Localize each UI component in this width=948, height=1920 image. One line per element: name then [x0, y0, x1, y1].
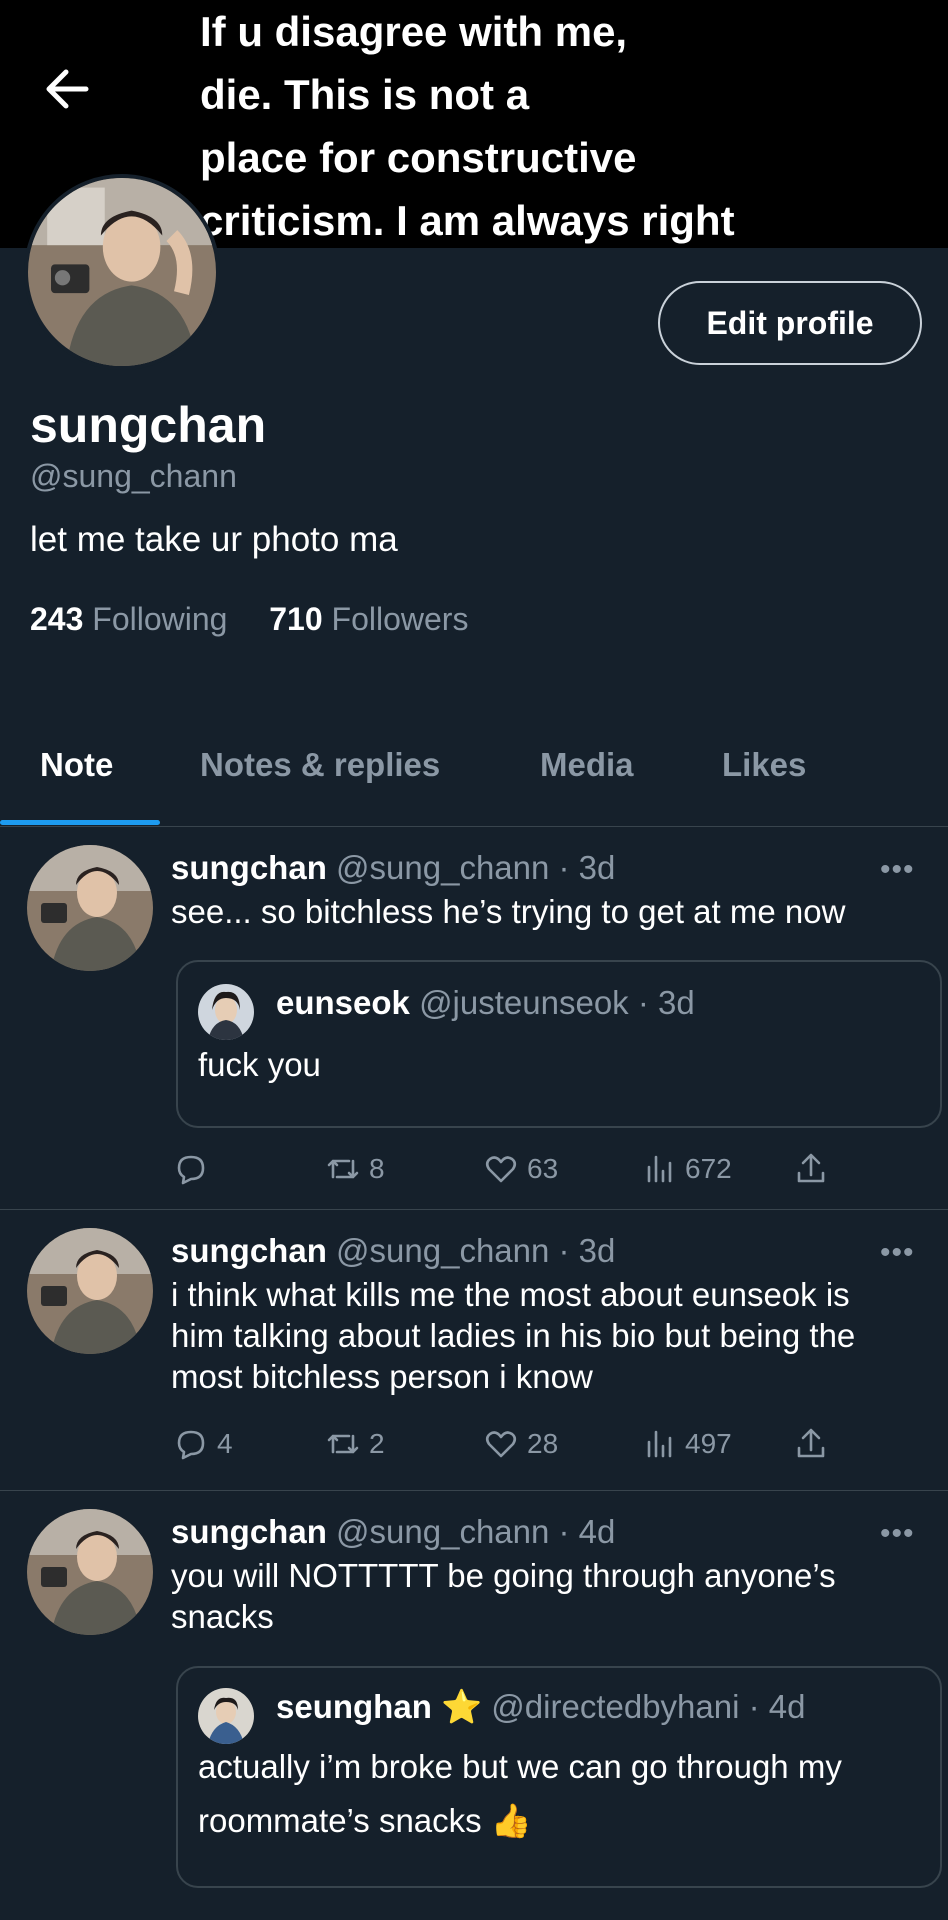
active-tab-indicator: [0, 820, 160, 825]
share-button[interactable]: [791, 1424, 831, 1464]
heart-icon: [485, 1431, 517, 1458]
profile-name: sungchan: [30, 397, 267, 453]
quoted-author-name: eunseok: [276, 984, 410, 1021]
quoted-header: eunseok @justeunseok · 3d: [276, 984, 695, 1022]
tweet-actions: 8 63 672: [171, 1149, 871, 1197]
back-button[interactable]: [40, 62, 94, 116]
share-icon: [797, 1153, 825, 1183]
tweet-text: i think what kills me the most about eun…: [171, 1276, 856, 1395]
reply-icon: [177, 1155, 205, 1185]
profile-handle: @sung_chann: [30, 458, 237, 494]
profile-tabs: Note Notes & replies Media Likes: [0, 730, 948, 827]
tweet-author-meta: @sung_chann · 3d: [336, 849, 616, 886]
tab-note[interactable]: Note: [40, 746, 113, 784]
bar-chart-icon: [647, 1155, 672, 1183]
retweet-button[interactable]: 2: [323, 1424, 385, 1464]
tweet-author-name[interactable]: sungchan: [171, 1232, 327, 1269]
tweet-author-name[interactable]: sungchan: [171, 849, 327, 886]
quoted-tweet[interactable]: seunghan ⭐ @directedbyhani · 4d actually…: [176, 1666, 942, 1888]
star-badge-icon: ⭐: [441, 1688, 483, 1725]
bar-chart-icon: [647, 1430, 672, 1458]
tab-notes-replies[interactable]: Notes & replies: [200, 746, 440, 784]
tweet-avatar[interactable]: [27, 1228, 153, 1354]
heart-icon: [485, 1156, 517, 1183]
banner-text: If u disagree with me, die. This is not …: [200, 8, 735, 244]
following-count: 243: [30, 601, 84, 637]
share-button[interactable]: [791, 1149, 831, 1189]
like-button[interactable]: 28: [481, 1424, 558, 1464]
arrow-left-icon: [46, 69, 89, 109]
tweet-avatar[interactable]: [27, 845, 153, 971]
like-button[interactable]: 63: [481, 1149, 558, 1189]
reply-count: 4: [217, 1428, 233, 1459]
tweet-author-meta: @sung_chann · 3d: [336, 1232, 616, 1269]
quoted-author-meta: @directedbyhani · 4d: [491, 1688, 806, 1725]
tweet[interactable]: sungchan @sung_chann · 3d ••• see... so …: [0, 827, 948, 1210]
tweet-author-name[interactable]: sungchan: [171, 1513, 327, 1550]
reply-icon: [177, 1430, 205, 1460]
like-count: 63: [527, 1153, 559, 1184]
views-button[interactable]: 672: [639, 1149, 732, 1189]
views-button[interactable]: 497: [639, 1424, 732, 1464]
retweet-button[interactable]: 8: [323, 1149, 385, 1189]
quoted-text: fuck you: [198, 1046, 321, 1083]
reply-button[interactable]: 4: [171, 1424, 233, 1464]
like-count: 28: [527, 1428, 559, 1459]
tweet-text: see... so bitchless he’s trying to get a…: [171, 893, 846, 930]
reply-button[interactable]: [171, 1149, 217, 1189]
more-options-icon[interactable]: •••: [880, 1236, 915, 1270]
tab-likes[interactable]: Likes: [722, 746, 806, 784]
view-count: 672: [685, 1153, 732, 1184]
following-label: Following: [92, 601, 228, 637]
followers-label: Followers: [331, 601, 469, 637]
profile-stats: 243 Following 710 Followers: [30, 601, 468, 638]
edit-profile-button[interactable]: Edit profile: [658, 281, 922, 365]
profile-avatar[interactable]: [24, 174, 220, 370]
tab-media[interactable]: Media: [540, 746, 634, 784]
retweet-icon: [327, 1159, 359, 1179]
tweet[interactable]: sungchan @sung_chann · 3d ••• i think wh…: [0, 1210, 948, 1491]
followers-link[interactable]: 710 Followers: [269, 601, 468, 637]
quoted-text: actually i’m broke but we can go through…: [198, 1748, 842, 1839]
tweet-avatar[interactable]: [27, 1509, 153, 1635]
more-options-icon[interactable]: •••: [880, 1517, 915, 1551]
retweet-icon: [327, 1434, 359, 1454]
tweet-header: sungchan @sung_chann · 4d: [171, 1513, 615, 1551]
retweet-count: 8: [369, 1153, 385, 1184]
following-link[interactable]: 243 Following: [30, 601, 227, 637]
quoted-author-name: seunghan: [276, 1688, 432, 1725]
quoted-avatar: [198, 984, 254, 1040]
tweet-actions: 4 2 28 497: [171, 1424, 871, 1472]
quoted-avatar: [198, 1688, 254, 1744]
share-icon: [797, 1428, 825, 1458]
quoted-header: seunghan ⭐ @directedbyhani · 4d: [276, 1688, 805, 1727]
quoted-tweet[interactable]: eunseok @justeunseok · 3d fuck you: [176, 960, 942, 1128]
profile-bio: let me take ur photo ma: [30, 520, 398, 559]
tweet-text: you will NOTTTTT be going through anyone…: [171, 1557, 836, 1635]
retweet-count: 2: [369, 1428, 385, 1459]
view-count: 497: [685, 1428, 732, 1459]
tweet-author-meta: @sung_chann · 4d: [336, 1513, 616, 1550]
more-options-icon[interactable]: •••: [880, 853, 915, 887]
followers-count: 710: [269, 601, 323, 637]
tweet-header: sungchan @sung_chann · 3d: [171, 849, 615, 887]
quoted-author-meta: @justeunseok · 3d: [419, 984, 695, 1021]
tweet-header: sungchan @sung_chann · 3d: [171, 1232, 615, 1270]
tweet[interactable]: sungchan @sung_chann · 4d ••• you will N…: [0, 1491, 948, 1920]
